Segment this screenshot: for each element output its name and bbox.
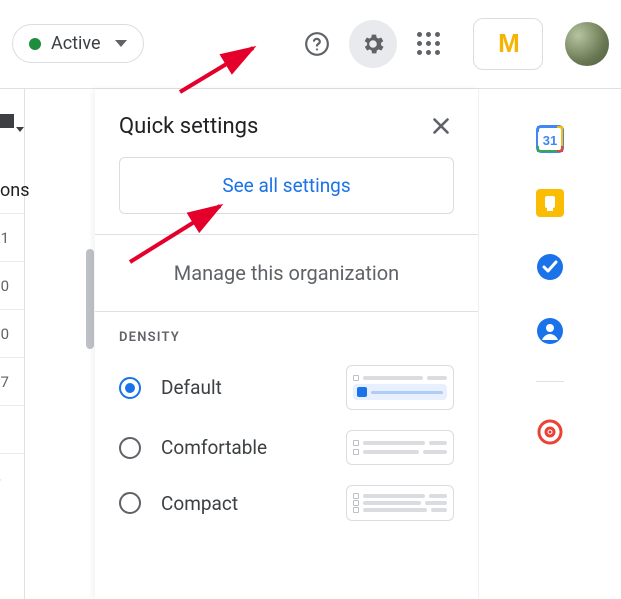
scrollbar[interactable]	[85, 249, 95, 599]
density-option-compact[interactable]: Compact	[95, 475, 478, 531]
density-preview-default	[346, 365, 454, 410]
google-apps-button[interactable]	[405, 20, 453, 68]
side-rail: 31	[478, 89, 621, 599]
gear-icon	[360, 31, 386, 57]
status-dot-icon	[29, 38, 41, 50]
account-avatar[interactable]	[565, 22, 609, 66]
panel-title: Quick settings	[119, 114, 258, 139]
quick-settings-panel: Quick settings See all settings Manage t…	[95, 89, 478, 599]
manage-organization-link[interactable]: Manage this organization	[95, 235, 478, 311]
tasks-app-icon[interactable]	[536, 253, 564, 281]
radio-selected-icon	[119, 377, 141, 399]
mail-row[interactable]: Jan 7	[0, 357, 24, 405]
content-area: ons an 11 an 10 an 10 Jan 7 an 5 an 4 Qu…	[0, 88, 621, 599]
left-column-fragment: ons an 11 an 10 an 10 Jan 7 an 5 an 4	[0, 89, 25, 599]
top-bar: Active M	[0, 0, 621, 88]
help-icon	[304, 31, 330, 57]
density-option-default[interactable]: Default	[95, 355, 478, 420]
settings-button[interactable]	[349, 20, 397, 68]
density-preview-compact	[346, 485, 454, 521]
quick-settings-wrapper: Quick settings See all settings Manage t…	[25, 89, 478, 599]
option-label: Comfortable	[161, 436, 326, 459]
status-chip[interactable]: Active	[12, 24, 144, 63]
density-preview-comfortable	[346, 430, 454, 465]
mail-row[interactable]: an 4	[0, 453, 24, 501]
mail-row[interactable]: an 5	[0, 405, 24, 453]
chevron-down-icon	[16, 127, 24, 132]
option-label: Compact	[161, 492, 326, 515]
density-option-comfortable[interactable]: Comfortable	[95, 420, 478, 475]
contacts-app-icon[interactable]	[536, 317, 564, 345]
density-section-label: DENSITY	[95, 312, 478, 355]
mail-row[interactable]: an 10	[0, 261, 24, 309]
apps-grid-icon	[417, 32, 441, 56]
calendar-app-icon[interactable]: 31	[536, 125, 564, 153]
chevron-down-icon	[115, 40, 127, 47]
tab-label-fragment: ons	[0, 180, 24, 213]
mail-row[interactable]: an 10	[0, 309, 24, 357]
addon-app-icon[interactable]	[536, 418, 564, 446]
scrollbar-thumb[interactable]	[86, 249, 94, 349]
view-toggle[interactable]	[0, 113, 24, 132]
workspace-addon[interactable]: M	[473, 18, 543, 70]
status-label: Active	[51, 33, 101, 54]
m-logo-icon: M	[498, 28, 518, 59]
option-label: Default	[161, 376, 326, 399]
radio-unselected-icon	[119, 492, 141, 514]
grid-icon	[0, 114, 14, 128]
svg-text:31: 31	[543, 133, 557, 148]
help-button[interactable]	[293, 20, 341, 68]
radio-unselected-icon	[119, 437, 141, 459]
rail-divider	[536, 381, 564, 382]
mail-row[interactable]: an 11	[0, 213, 24, 261]
see-all-settings-button[interactable]: See all settings	[119, 157, 454, 214]
close-button[interactable]	[428, 113, 454, 139]
keep-app-icon[interactable]	[536, 189, 564, 217]
